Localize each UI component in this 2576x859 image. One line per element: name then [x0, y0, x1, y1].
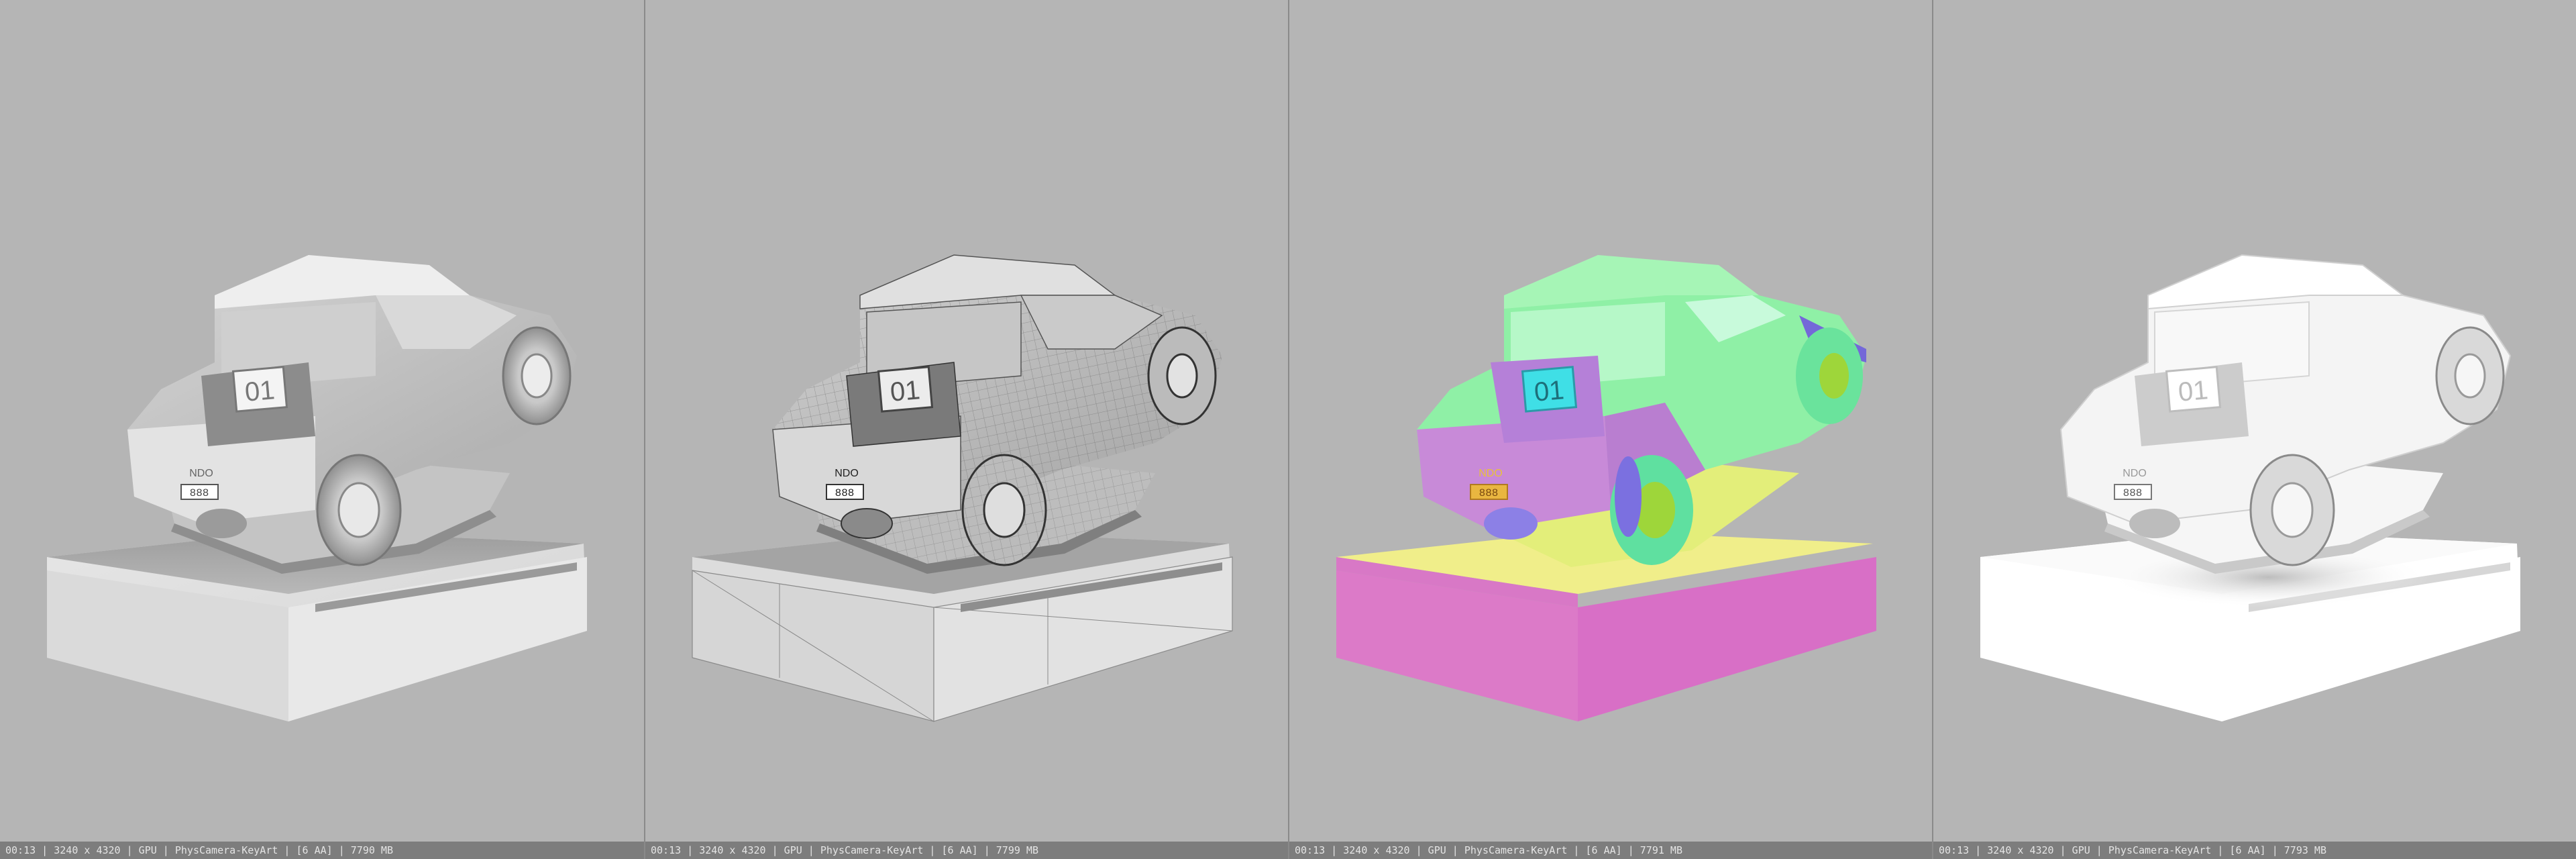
plate-number: 888 [835, 487, 855, 499]
render-canvas: 01 NDO 888 [1336, 255, 1876, 721]
plate-number: 888 [1479, 487, 1499, 499]
plate-text: NDO [1479, 468, 1503, 479]
render-canvas: 01 NDO 888 [1980, 254, 2520, 721]
door-badge: 01 [889, 375, 921, 407]
door-badge: 01 [1533, 375, 1565, 407]
plate-number: 888 [190, 487, 209, 499]
viewport-grid: 01 NDO 888 00:13 | 3240 x 4320 | GPU | P… [0, 0, 2576, 859]
viewport-shaded[interactable]: 01 NDO 888 00:13 | 3240 x 4320 | GPU | P… [0, 0, 644, 859]
door-badge: 01 [2177, 375, 2209, 407]
plate-text: NDO [2123, 468, 2147, 479]
viewport-ambient-occlusion[interactable]: 01 NDO 888 00:13 | 3240 x 4320 | GPU | P… [1932, 0, 2576, 859]
plate-number: 888 [2123, 487, 2143, 499]
door-badge: 01 [244, 375, 276, 407]
plate-text: NDO [189, 468, 213, 479]
render-status-bar: 00:13 | 3240 x 4320 | GPU | PhysCamera-K… [1289, 842, 1932, 859]
render-status-bar: 00:13 | 3240 x 4320 | GPU | PhysCamera-K… [0, 842, 644, 859]
render-status-bar: 00:13 | 3240 x 4320 | GPU | PhysCamera-K… [1933, 842, 2576, 859]
render-status-bar: 00:13 | 3240 x 4320 | GPU | PhysCamera-K… [645, 842, 1288, 859]
render-canvas: 01 NDO 888 [47, 255, 587, 721]
plate-text: NDO [835, 468, 859, 479]
viewport-normals[interactable]: 01 NDO 888 00:13 | 3240 x 4320 | GPU | P… [1288, 0, 1932, 859]
render-canvas: 01 NDO 888 [692, 254, 1233, 722]
viewport-wireframe[interactable]: 01 NDO 888 00:13 | 3240 x 4320 | GPU | P… [644, 0, 1288, 859]
